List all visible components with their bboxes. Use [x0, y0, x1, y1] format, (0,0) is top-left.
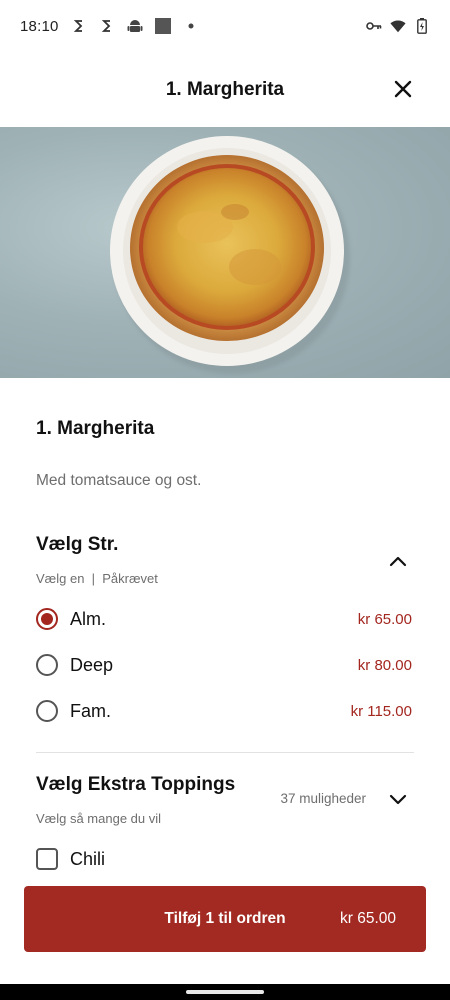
item-title: 1. Margherita	[36, 418, 155, 439]
page-title: 1. Margherita	[165, 78, 285, 100]
toppings-count: 37 muligheder	[280, 791, 366, 806]
checkbox-unchecked[interactable]	[36, 848, 58, 870]
size-section-title: Vælg Str.	[36, 534, 119, 555]
add-to-order-button[interactable]: Tilføj 1 til ordren kr 65.00	[24, 886, 426, 952]
topping-option-chili[interactable]: Chili	[36, 839, 412, 879]
toppings-section-subtitle: Vælg så mange du vil	[36, 811, 162, 826]
option-price: kr 115.00	[350, 702, 412, 720]
square-icon	[154, 18, 171, 34]
header: 1. Margherita	[0, 52, 450, 127]
s-notification-icon	[71, 18, 87, 34]
android-icon	[127, 18, 143, 34]
size-section-subtitle: Vælg en | Påkrævet	[36, 571, 158, 586]
s-notification-icon	[99, 18, 115, 34]
option-label: Deep	[70, 654, 114, 675]
option-label: Fam.	[70, 700, 112, 721]
key-icon	[366, 18, 382, 34]
toppings-section-title: Vælg Ekstra Toppings	[36, 774, 236, 795]
home-indicator[interactable]	[186, 990, 264, 994]
battery-icon	[414, 18, 430, 34]
status-bar: 18:10	[0, 0, 450, 52]
option-label: Chili	[70, 848, 106, 869]
radio-selected[interactable]	[36, 608, 58, 630]
dot-icon	[183, 18, 199, 34]
size-option-alm[interactable]: Alm. kr 65.00	[36, 599, 412, 639]
option-price: kr 80.00	[357, 656, 412, 674]
close-icon	[394, 80, 412, 98]
section-divider	[36, 752, 414, 753]
item-description: Med tomatsauce og ost.	[36, 472, 202, 489]
chevron-up-icon	[389, 556, 407, 567]
toppings-section-toggle[interactable]	[386, 788, 410, 812]
pizza-image	[0, 127, 450, 378]
wifi-icon	[390, 18, 406, 34]
radio-unselected[interactable]	[36, 700, 58, 722]
add-to-order-price: kr 65.00	[339, 910, 396, 927]
size-option-fam[interactable]: Fam. kr 115.00	[36, 691, 412, 731]
size-option-deep[interactable]: Deep kr 80.00	[36, 645, 412, 685]
option-label: Alm.	[70, 608, 106, 629]
chevron-down-icon	[389, 794, 407, 805]
radio-unselected[interactable]	[36, 654, 58, 676]
margherita-pizza-photo	[110, 136, 350, 374]
size-section-toggle[interactable]	[386, 549, 410, 573]
option-price: kr 65.00	[357, 610, 412, 628]
status-time: 18:10	[20, 17, 59, 35]
system-nav-bar	[0, 984, 450, 1000]
close-button[interactable]	[390, 76, 416, 102]
